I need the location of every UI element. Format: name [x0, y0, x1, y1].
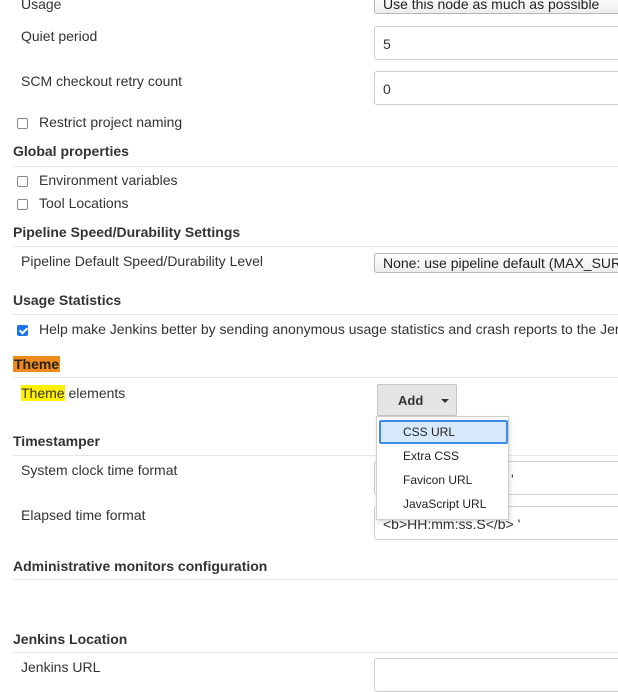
pipeline-level-select[interactable]: None: use pipeline default (MAX_SUR [374, 253, 618, 273]
theme-elements-label-rest: elements [64, 385, 126, 401]
menu-item-css-url[interactable]: CSS URL [379, 420, 508, 444]
quiet-period-label: Quiet period [21, 28, 98, 44]
jenkins-location-title: Jenkins Location [13, 631, 128, 647]
global-properties-title: Global properties [13, 143, 129, 159]
env-vars-label: Environment variables [39, 172, 178, 188]
pipeline-title: Pipeline Speed/Durability Settings [13, 224, 241, 240]
theme-elements-label: Theme elements [21, 385, 125, 401]
pipeline-level-label: Pipeline Default Speed/Durability Level [21, 253, 264, 269]
timestamper-title: Timestamper [13, 433, 100, 449]
menu-item-favicon-url[interactable]: Favicon URL [379, 468, 508, 492]
usage-statistics-title: Usage Statistics [13, 292, 122, 308]
system-clock-label: System clock time format [21, 462, 178, 478]
theme-title: Theme [13, 356, 61, 372]
env-vars-checkbox[interactable] [17, 176, 28, 187]
divider [13, 314, 618, 315]
scm-retry-label: SCM checkout retry count [21, 73, 183, 89]
menu-item-label: Favicon URL [403, 473, 473, 487]
add-button-label: Add [398, 393, 424, 408]
usage-select[interactable]: Use this node as much as possible [374, 0, 618, 14]
divider [13, 455, 618, 456]
tool-locations-checkbox[interactable] [17, 199, 28, 210]
jenkins-url-label: Jenkins URL [21, 659, 101, 675]
divider [13, 246, 618, 247]
add-theme-element-button[interactable]: Add [377, 384, 457, 416]
system-clock-value: ' [511, 471, 514, 487]
usage-stats-label: Help make Jenkins better by sending anon… [39, 321, 618, 337]
menu-item-label: CSS URL [403, 425, 456, 439]
pipeline-level-value: None: use pipeline default (MAX_SUR [383, 255, 618, 271]
divider [13, 652, 618, 653]
quiet-period-input[interactable]: 5 [374, 26, 618, 60]
menu-item-javascript-url[interactable]: JavaScript URL [379, 492, 508, 516]
restrict-naming-checkbox[interactable] [17, 118, 28, 129]
menu-item-label: Extra CSS [403, 449, 460, 463]
admin-monitors-title: Administrative monitors configuration [13, 558, 268, 574]
scm-retry-input[interactable]: 0 [374, 71, 618, 105]
divider [13, 579, 618, 580]
jenkins-url-input[interactable] [374, 658, 618, 692]
theme-element-menu: CSS URL Extra CSS Favicon URL JavaScript… [376, 416, 509, 520]
tool-locations-label: Tool Locations [39, 195, 129, 211]
usage-label: Usage [21, 0, 62, 12]
elapsed-time-label: Elapsed time format [21, 507, 146, 523]
usage-select-value: Use this node as much as possible [383, 0, 600, 12]
menu-item-extra-css[interactable]: Extra CSS [379, 444, 508, 468]
menu-item-label: JavaScript URL [403, 497, 487, 511]
divider [13, 166, 618, 167]
restrict-naming-label: Restrict project naming [39, 114, 183, 130]
divider [13, 377, 618, 378]
scm-retry-value: 0 [383, 81, 391, 97]
usage-stats-checkbox[interactable] [17, 325, 28, 336]
caret-down-icon [441, 399, 449, 403]
quiet-period-value: 5 [383, 36, 391, 52]
theme-search-highlight: Theme [21, 385, 65, 401]
